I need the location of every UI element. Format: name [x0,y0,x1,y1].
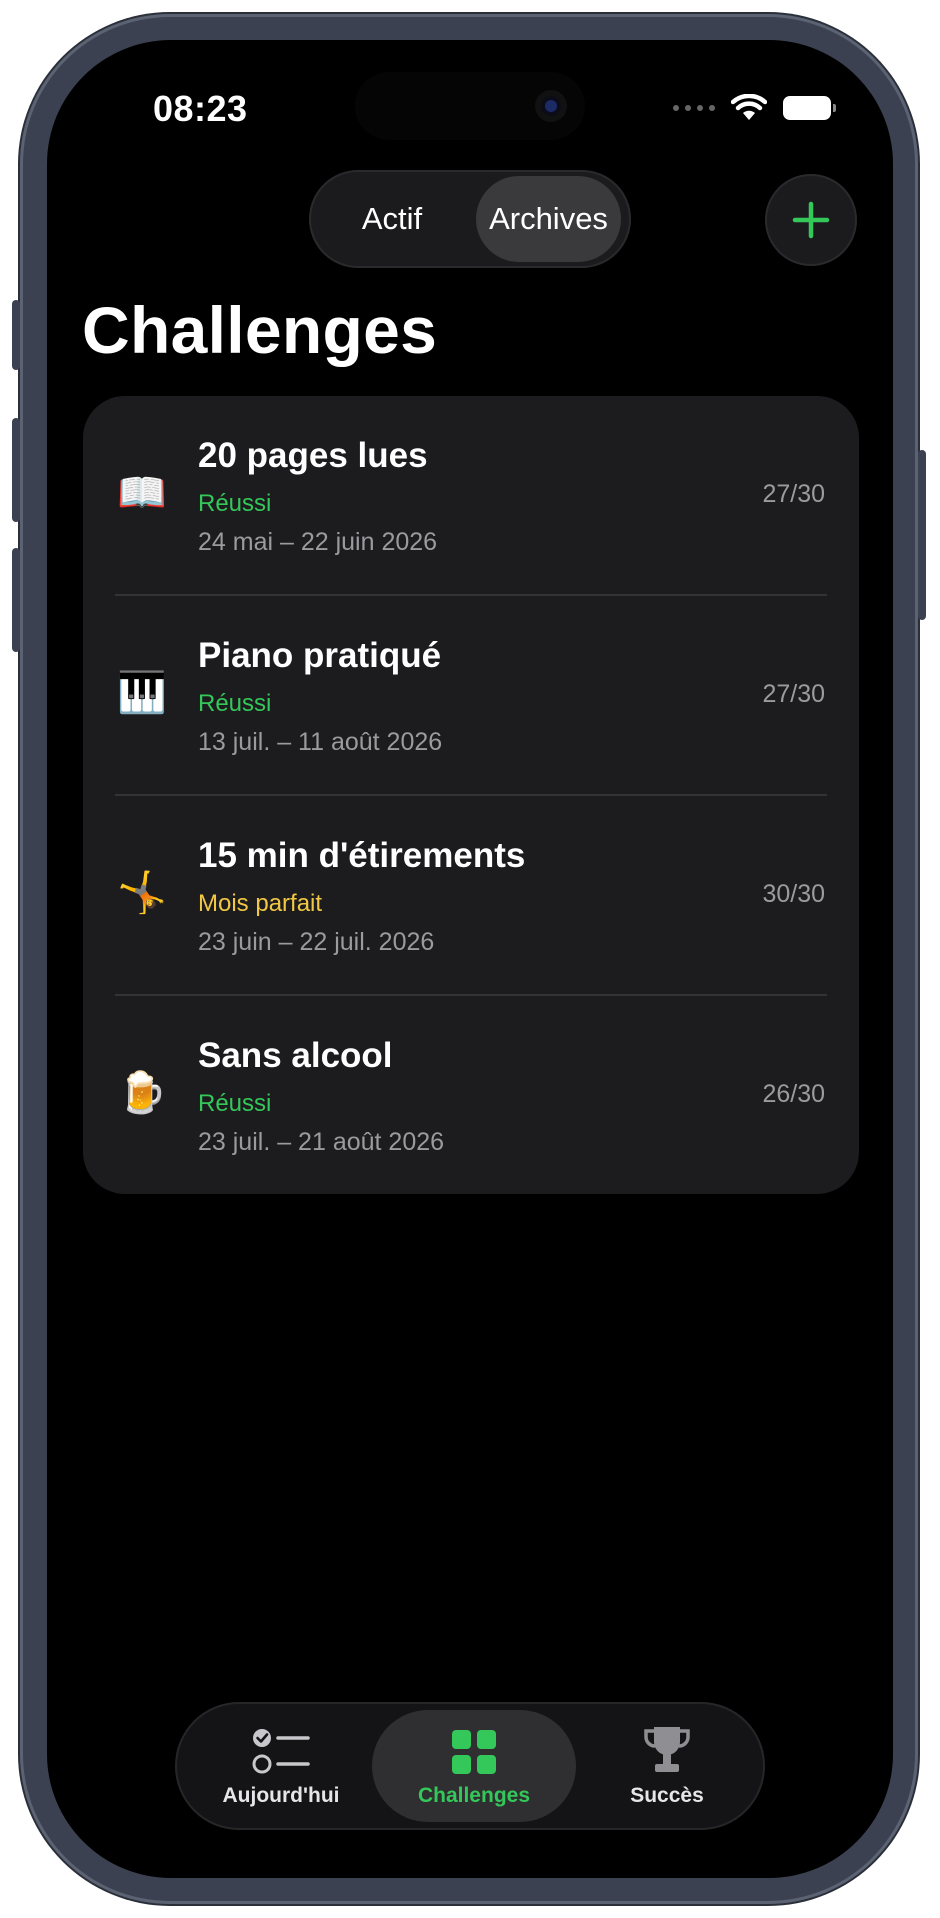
challenge-status: Réussi [198,690,272,717]
beer-icon: 🍺 [117,1071,167,1115]
challenge-status: Réussi [198,1090,272,1117]
challenge-row[interactable]: 📖 20 pages lues Réussi 24 mai – 22 juin … [83,396,859,595]
tab-succes[interactable]: Succès [581,1710,753,1822]
challenge-name: 15 min d'étirements [198,836,526,875]
action-button [12,300,20,370]
segment-archives[interactable]: Archives [476,176,621,262]
tab-label: Succès [630,1784,704,1807]
piano-icon: 🎹 [117,671,167,715]
trophy-icon [644,1727,690,1772]
challenge-progress: 27/30 [762,480,825,508]
power-button [918,450,926,620]
challenge-dates: 13 juil. – 11 août 2026 [198,728,443,756]
screen: 08:23 Actif Archives Challenges 📖 20 pag… [47,40,893,1878]
dynamic-island [355,72,585,140]
challenges-list: 📖 20 pages lues Réussi 24 mai – 22 juin … [83,396,859,1194]
segmented-control: Actif Archives [309,170,631,268]
challenge-status: Mois parfait [198,890,323,917]
challenge-name: Sans alcool [198,1036,393,1075]
tab-challenges[interactable]: Challenges [372,1710,576,1822]
stretching-icon: 🤸 [117,871,167,915]
status-time: 08:23 [153,88,248,129]
segment-actif[interactable]: Actif [317,176,467,262]
challenge-name: Piano pratiqué [198,636,442,675]
challenge-dates: 24 mai – 22 juin 2026 [198,528,438,556]
wifi-icon [731,94,767,120]
challenge-dates: 23 juil. – 21 août 2026 [198,1128,445,1156]
challenge-progress: 30/30 [762,880,825,908]
challenge-row[interactable]: 🤸 15 min d'étirements Mois parfait 23 ju… [83,796,859,995]
tab-label: Aujourd'hui [222,1784,340,1807]
page-title: Challenges [82,293,438,367]
challenge-status: Réussi [198,490,272,517]
add-challenge-button[interactable] [765,174,857,266]
challenge-row[interactable]: 🍺 Sans alcool Réussi 23 juil. – 21 août … [83,996,859,1194]
checklist-icon [252,1729,310,1774]
plus-icon [792,201,830,239]
volume-down-button [12,548,20,652]
grid-icon [452,1730,496,1774]
camera-icon [535,90,567,122]
battery-icon [783,96,836,120]
tab-bar: Aujourd'hui Challenges Succès [175,1702,765,1830]
challenge-dates: 23 juin – 22 juil. 2026 [198,928,435,956]
book-icon: 📖 [117,471,167,515]
status-icons [673,94,836,122]
tab-label: Challenges [417,1784,531,1807]
volume-up-button [12,418,20,522]
challenge-progress: 26/30 [762,1080,825,1108]
tab-aujourdhui[interactable]: Aujourd'hui [195,1710,367,1822]
challenge-name: 20 pages lues [198,436,428,475]
challenge-progress: 27/30 [762,680,825,708]
signal-dots-icon [673,105,715,111]
challenge-row[interactable]: 🎹 Piano pratiqué Réussi 13 juil. – 11 ao… [83,596,859,795]
